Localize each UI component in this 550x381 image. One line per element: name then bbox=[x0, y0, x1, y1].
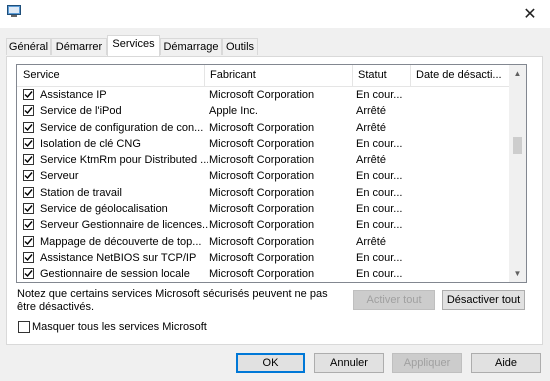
column-header-statut[interactable]: Statut bbox=[353, 65, 410, 86]
service-status: En cour... bbox=[356, 219, 403, 232]
service-checkbox[interactable] bbox=[23, 203, 34, 215]
service-name: Station de travail bbox=[40, 186, 122, 199]
vertical-scrollbar[interactable]: ▲ ▼ bbox=[509, 65, 526, 282]
service-manufacturer: Microsoft Corporation bbox=[209, 186, 315, 199]
service-row[interactable]: Assistance IP Microsoft Corporation En cou… bbox=[17, 87, 509, 103]
service-checkbox[interactable] bbox=[23, 186, 34, 198]
services-list[interactable]: Service Fabricant Statut Date de désacti… bbox=[16, 64, 527, 283]
service-checkbox[interactable] bbox=[23, 154, 34, 166]
service-name: Isolation de clé CNG bbox=[40, 137, 141, 150]
ok-button[interactable]: OK bbox=[236, 353, 305, 373]
service-row[interactable]: Serveur Gestionnaire de licences... Micro… bbox=[17, 217, 509, 233]
service-status: En cour... bbox=[356, 203, 403, 216]
column-header-service[interactable]: Service bbox=[18, 65, 204, 86]
service-manufacturer: Microsoft Corporation bbox=[209, 137, 315, 150]
disable-all-button[interactable]: Désactiver tout bbox=[442, 290, 525, 310]
service-checkbox[interactable] bbox=[23, 235, 34, 247]
service-checkbox[interactable] bbox=[23, 170, 34, 182]
service-status: En cour... bbox=[356, 251, 403, 264]
service-row[interactable]: Mappage de découverte de top... Microsoft… bbox=[17, 234, 509, 250]
service-name: Serveur Gestionnaire de licences... bbox=[40, 219, 208, 232]
service-row[interactable]: Assistance NetBIOS sur TCP/IP Microsoft C… bbox=[17, 250, 509, 266]
service-row[interactable]: Service de géolocalisation Microsoft Corp… bbox=[17, 201, 509, 217]
tab-general[interactable]: Général bbox=[6, 38, 51, 55]
service-manufacturer: Microsoft Corporation bbox=[209, 219, 315, 232]
scroll-up-arrow-icon[interactable]: ▲ bbox=[509, 65, 526, 82]
service-manufacturer: Microsoft Corporation bbox=[209, 251, 315, 264]
service-status: En cour... bbox=[356, 268, 403, 281]
service-name: Service de l'iPod bbox=[40, 105, 122, 118]
close-button[interactable]: ✕ bbox=[510, 0, 550, 28]
service-checkbox[interactable] bbox=[23, 268, 34, 280]
title-bar: ✕ bbox=[0, 0, 550, 28]
service-status: Arrêté bbox=[356, 154, 386, 167]
service-name: Assistance NetBIOS sur TCP/IP bbox=[40, 251, 197, 264]
tab-services[interactable]: Services bbox=[107, 35, 160, 56]
service-name: Gestionnaire de session locale bbox=[40, 268, 190, 281]
service-row[interactable]: Service de l'iPod Apple Inc. Arrêté bbox=[17, 103, 509, 119]
hide-microsoft-label: Masquer tous les services Microsoft bbox=[32, 321, 207, 333]
service-manufacturer: Apple Inc. bbox=[209, 105, 258, 118]
service-row[interactable]: Gestionnaire de session locale Microsoft … bbox=[17, 266, 509, 282]
service-status: En cour... bbox=[356, 186, 403, 199]
service-row[interactable]: Service KtmRm pour Distributed ... Micros… bbox=[17, 152, 509, 168]
service-checkbox[interactable] bbox=[23, 89, 34, 100]
apply-button[interactable]: Appliquer bbox=[392, 353, 462, 373]
service-checkbox[interactable] bbox=[23, 121, 34, 133]
service-name: Service de configuration de con... bbox=[40, 121, 204, 134]
service-name: Mappage de découverte de top... bbox=[40, 235, 202, 248]
service-manufacturer: Microsoft Corporation bbox=[209, 154, 315, 167]
services-rows: Assistance IP Microsoft Corporation En cou… bbox=[17, 87, 509, 282]
service-row[interactable]: Isolation de clé CNG Microsoft Corporatio… bbox=[17, 136, 509, 152]
service-manufacturer: Microsoft Corporation bbox=[209, 121, 315, 134]
service-row[interactable]: Serveur Microsoft Corporation En cour... bbox=[17, 168, 509, 184]
service-name: Service de géolocalisation bbox=[40, 203, 168, 216]
scroll-down-arrow-icon[interactable]: ▼ bbox=[509, 265, 526, 282]
service-name: Service KtmRm pour Distributed ... bbox=[40, 154, 208, 167]
service-status: Arrêté bbox=[356, 121, 386, 134]
service-name: Assistance IP bbox=[40, 89, 107, 101]
scroll-thumb[interactable] bbox=[513, 137, 522, 154]
column-header-fabricant[interactable]: Fabricant bbox=[205, 65, 352, 86]
cancel-button[interactable]: Annuler bbox=[314, 353, 384, 373]
service-manufacturer: Microsoft Corporation bbox=[209, 170, 315, 183]
help-button[interactable]: Aide bbox=[471, 353, 541, 373]
service-status: En cour... bbox=[356, 137, 403, 150]
service-status: En cour... bbox=[356, 89, 403, 101]
service-manufacturer: Microsoft Corporation bbox=[209, 89, 315, 101]
service-name: Serveur bbox=[40, 170, 79, 183]
tab-demarrage[interactable]: Démarrage bbox=[160, 38, 222, 55]
hide-microsoft-checkbox[interactable] bbox=[18, 321, 30, 333]
note-text: Notez que certains services Microsoft sé… bbox=[17, 288, 328, 313]
service-status: En cour... bbox=[356, 170, 403, 183]
msconfig-app-icon bbox=[7, 5, 21, 17]
service-status: Arrêté bbox=[356, 105, 386, 118]
service-manufacturer: Microsoft Corporation bbox=[209, 203, 315, 216]
service-row[interactable]: Service de configuration de con... Micros… bbox=[17, 120, 509, 136]
tab-outils[interactable]: Outils bbox=[222, 38, 258, 55]
service-row[interactable]: Station de travail Microsoft Corporation E… bbox=[17, 185, 509, 201]
column-header-date[interactable]: Date de désacti... bbox=[411, 65, 509, 86]
list-header: Service Fabricant Statut Date de désacti… bbox=[17, 65, 509, 87]
service-manufacturer: Microsoft Corporation bbox=[209, 268, 315, 281]
service-status: Arrêté bbox=[356, 235, 386, 248]
service-checkbox[interactable] bbox=[23, 251, 34, 263]
service-manufacturer: Microsoft Corporation bbox=[209, 235, 315, 248]
tab-demarrer[interactable]: Démarrer bbox=[51, 38, 107, 55]
service-checkbox[interactable] bbox=[23, 105, 34, 117]
enable-all-button[interactable]: Activer tout bbox=[353, 290, 435, 310]
service-checkbox[interactable] bbox=[23, 137, 34, 149]
service-checkbox[interactable] bbox=[23, 219, 34, 231]
